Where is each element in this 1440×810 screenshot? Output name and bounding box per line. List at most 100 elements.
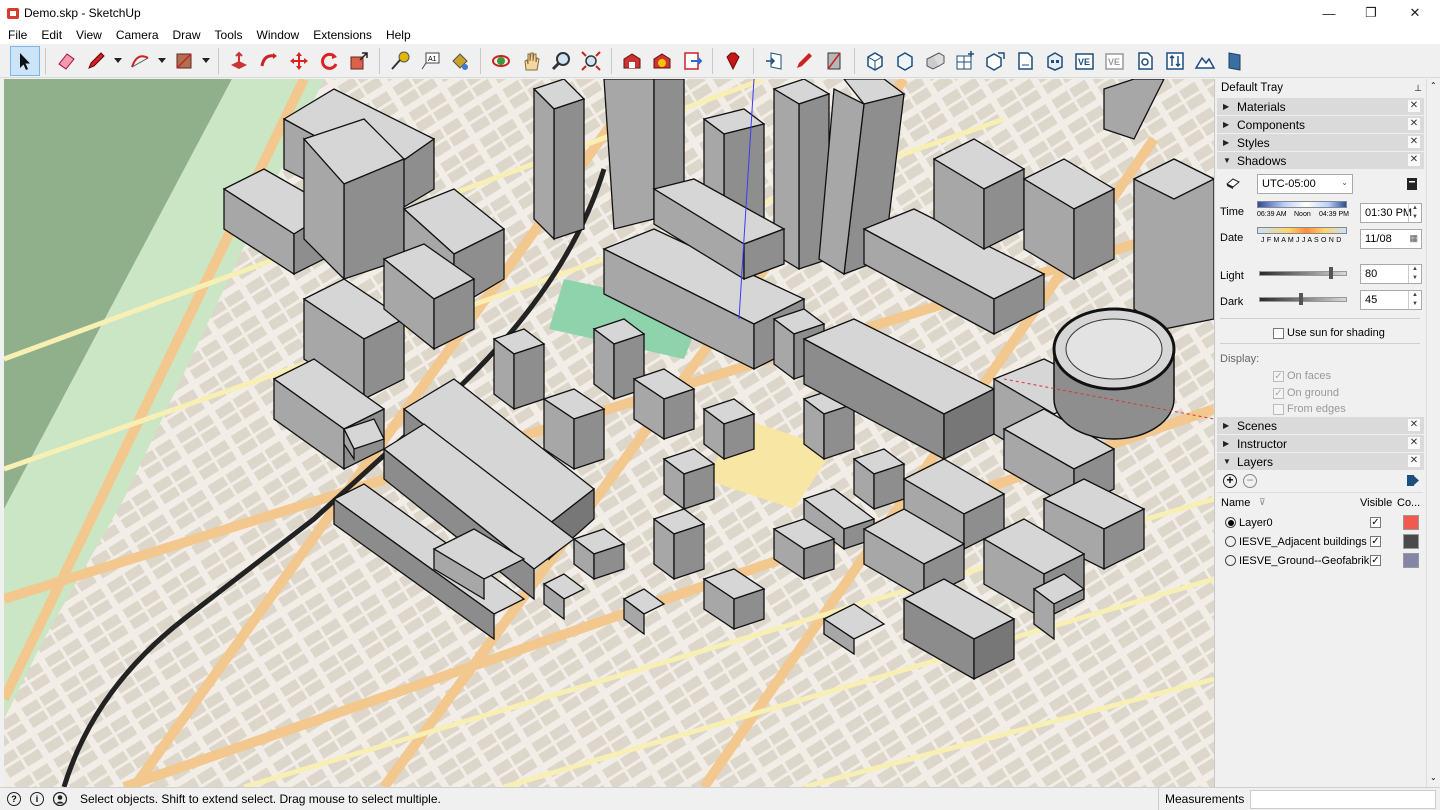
tape-measure-tool[interactable] [385, 46, 415, 76]
tray-scrollbar[interactable]: ⌃ ⌄ [1426, 79, 1440, 787]
ies-ve-box-arrow-button[interactable] [980, 46, 1010, 76]
sort-icon[interactable]: ⊽ [1259, 497, 1266, 508]
geo-location-icon[interactable]: ? [7, 792, 21, 806]
3d-warehouse-button[interactable] [617, 46, 647, 76]
column-name-header[interactable]: Name [1221, 497, 1250, 509]
panel-shadows[interactable]: ▼ Shadows ✕ [1217, 152, 1424, 169]
minimize-button[interactable]: — [1306, 0, 1352, 26]
add-layer-icon[interactable]: + [1223, 474, 1237, 488]
layer-color-swatch[interactable] [1403, 553, 1419, 568]
ies-ve-draw-button[interactable] [789, 46, 819, 76]
menu-view[interactable]: View [68, 26, 108, 44]
zoom-tool[interactable] [546, 46, 576, 76]
spinner-arrows-icon[interactable]: ▲ ▼ [1408, 265, 1421, 283]
push-pull-tool[interactable] [224, 46, 254, 76]
paint-bucket-tool[interactable] [445, 46, 475, 76]
rectangle-tool-dropdown[interactable] [199, 46, 213, 76]
line-tool-dropdown[interactable] [111, 46, 125, 76]
visible-checkbox[interactable]: ✓ [1370, 555, 1381, 566]
date-slider[interactable] [1257, 227, 1347, 234]
menu-window[interactable]: Window [249, 26, 306, 44]
credits-icon[interactable]: i [30, 792, 44, 806]
use-sun-checkbox[interactable]: Use sun for shading [1273, 327, 1385, 339]
orbit-tool[interactable] [486, 46, 516, 76]
extension-warehouse-button[interactable] [647, 46, 677, 76]
select-tool[interactable] [10, 45, 40, 76]
time-slider[interactable] [1257, 201, 1347, 208]
active-layer-radio[interactable] [1225, 536, 1236, 547]
time-input[interactable]: 01:30 PM ▲ ▼ [1360, 203, 1422, 223]
ies-ve-export-button[interactable]: VE [1070, 46, 1100, 76]
menu-edit[interactable]: Edit [33, 26, 68, 44]
pan-tool[interactable] [516, 46, 546, 76]
close-icon[interactable]: ✕ [1408, 118, 1420, 130]
visible-checkbox[interactable]: ✓ [1370, 536, 1381, 547]
menu-help[interactable]: Help [378, 26, 417, 44]
close-icon[interactable]: ✕ [1408, 437, 1420, 449]
measurements-input[interactable] [1250, 790, 1436, 809]
model-viewport[interactable] [4, 79, 1214, 787]
delete-layer-icon[interactable]: − [1243, 474, 1257, 488]
toggle-shadows-icon[interactable] [1225, 176, 1241, 193]
scale-tool[interactable] [344, 46, 374, 76]
ies-ve-grid-button[interactable] [950, 46, 980, 76]
column-visible-header[interactable]: Visible [1360, 497, 1392, 509]
ies-ve-building-button[interactable] [1040, 46, 1070, 76]
menu-tools[interactable]: Tools [207, 26, 249, 44]
light-slider-handle[interactable] [1329, 267, 1334, 279]
layer-row[interactable]: IESVE_Adjacent buildings ✓ [1215, 532, 1425, 551]
date-input[interactable]: 11/08 ▦ [1360, 229, 1422, 249]
line-tool[interactable] [81, 46, 111, 76]
ies-ve-search-button[interactable] [1130, 46, 1160, 76]
ies-ve-box-group-button[interactable] [920, 46, 950, 76]
menu-file[interactable]: File [0, 26, 33, 44]
panel-instructor[interactable]: ▶ Instructor ✕ [1217, 435, 1424, 452]
panel-scenes[interactable]: ▶ Scenes ✕ [1217, 417, 1424, 434]
zoom-extents-tool[interactable] [576, 46, 606, 76]
send-to-layout-button[interactable] [677, 46, 707, 76]
ies-ve-updown-button[interactable] [1160, 46, 1190, 76]
ruby-console-button[interactable] [718, 46, 748, 76]
ies-ve-door-button[interactable] [1220, 46, 1250, 76]
column-color-header[interactable]: Co... [1397, 497, 1420, 509]
calendar-icon[interactable]: ▦ [1409, 233, 1418, 244]
timezone-select[interactable]: UTC-05:00 ⌄ [1257, 174, 1353, 194]
pin-icon[interactable]: ⊥ [1414, 83, 1422, 94]
shadow-settings-icon[interactable] [1407, 178, 1417, 193]
dark-input[interactable]: 45 ▲ ▼ [1360, 290, 1422, 310]
layer-color-swatch[interactable] [1403, 534, 1419, 549]
spinner-arrows-icon[interactable]: ▲ ▼ [1408, 291, 1421, 309]
text-tool[interactable]: A1 [415, 46, 445, 76]
spinner-arrows-icon[interactable]: ▲ ▼ [1408, 204, 1421, 222]
layer-row[interactable]: Layer0 ✓ [1215, 513, 1425, 532]
layer-details-icon[interactable] [1407, 474, 1419, 487]
user-account-icon[interactable] [53, 792, 67, 806]
dark-slider-handle[interactable] [1298, 293, 1303, 305]
ies-ve-document-button[interactable] [1010, 46, 1040, 76]
scroll-up-icon[interactable]: ⌃ [1430, 81, 1437, 90]
menu-camera[interactable]: Camera [108, 26, 165, 44]
panel-layers[interactable]: ▼ Layers ✕ [1217, 453, 1424, 470]
active-layer-radio[interactable] [1225, 517, 1236, 528]
close-icon[interactable]: ✕ [1408, 136, 1420, 148]
ies-ve-box-button[interactable] [860, 46, 890, 76]
ies-ve-terrain-button[interactable] [1190, 46, 1220, 76]
close-icon[interactable]: ✕ [1408, 100, 1420, 112]
layer-row[interactable]: IESVE_Ground--Geofabrik-1 ✓ [1215, 551, 1425, 570]
arc-tool-dropdown[interactable] [155, 46, 169, 76]
maximize-button[interactable]: ❐ [1348, 0, 1394, 26]
ies-ve-import-button[interactable] [759, 46, 789, 76]
move-tool[interactable] [284, 46, 314, 76]
follow-me-tool[interactable] [254, 46, 284, 76]
ies-ve-surface-button[interactable] [819, 46, 849, 76]
close-icon[interactable]: ✕ [1408, 154, 1420, 166]
layer-color-swatch[interactable] [1403, 515, 1419, 530]
rectangle-tool[interactable] [169, 46, 199, 76]
close-icon[interactable]: ✕ [1408, 455, 1420, 467]
panel-components[interactable]: ▶ Components ✕ [1217, 116, 1424, 133]
light-slider[interactable] [1259, 271, 1347, 276]
dark-slider[interactable] [1259, 297, 1347, 302]
scroll-down-icon[interactable]: ⌄ [1430, 773, 1437, 782]
eraser-tool[interactable] [51, 46, 81, 76]
light-input[interactable]: 80 ▲ ▼ [1360, 264, 1422, 284]
